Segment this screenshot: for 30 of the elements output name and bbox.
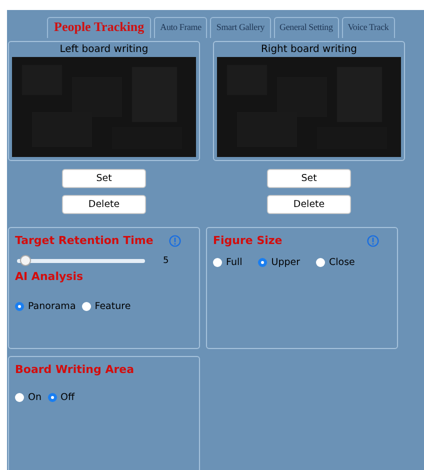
board-button[interactable]: Delete xyxy=(267,195,351,214)
radio-dot[interactable] xyxy=(82,302,91,311)
section-title: Figure Size xyxy=(213,234,282,247)
slider-value: 5 xyxy=(163,256,169,266)
radio-option[interactable]: Full xyxy=(213,257,242,268)
radio-option[interactable]: Feature xyxy=(82,301,131,312)
board-title: Right board writing xyxy=(260,44,358,55)
tab[interactable]: Voice Track xyxy=(342,17,395,38)
radio-option[interactable]: Panorama xyxy=(15,301,76,312)
tab[interactable]: Auto Frame xyxy=(154,17,208,38)
slider-thumb[interactable] xyxy=(20,255,32,266)
radio-option[interactable]: Off xyxy=(48,392,75,403)
board-button[interactable]: Set xyxy=(267,169,351,188)
radio-dot[interactable] xyxy=(316,258,326,267)
section-title: AI Analysis xyxy=(15,270,84,283)
board-button[interactable]: Delete xyxy=(62,195,146,214)
radio-dot[interactable] xyxy=(48,393,56,402)
radio-option[interactable]: On xyxy=(15,392,42,403)
radio-dot[interactable] xyxy=(213,258,222,267)
radio-option[interactable]: Close xyxy=(316,257,355,268)
section-title: Target Retention Time xyxy=(15,234,154,247)
board-title: Left board writing xyxy=(60,44,148,55)
tab[interactable]: Smart Gallery xyxy=(210,17,271,38)
section-title: Board Writing Area xyxy=(15,363,134,376)
radio-dot[interactable] xyxy=(258,258,268,267)
radio-dot[interactable] xyxy=(15,302,24,311)
board-button[interactable]: Set xyxy=(62,169,146,188)
radio-option[interactable]: Upper xyxy=(258,257,300,268)
radio-dot[interactable] xyxy=(15,393,24,402)
tab[interactable]: General Setting xyxy=(274,17,339,38)
